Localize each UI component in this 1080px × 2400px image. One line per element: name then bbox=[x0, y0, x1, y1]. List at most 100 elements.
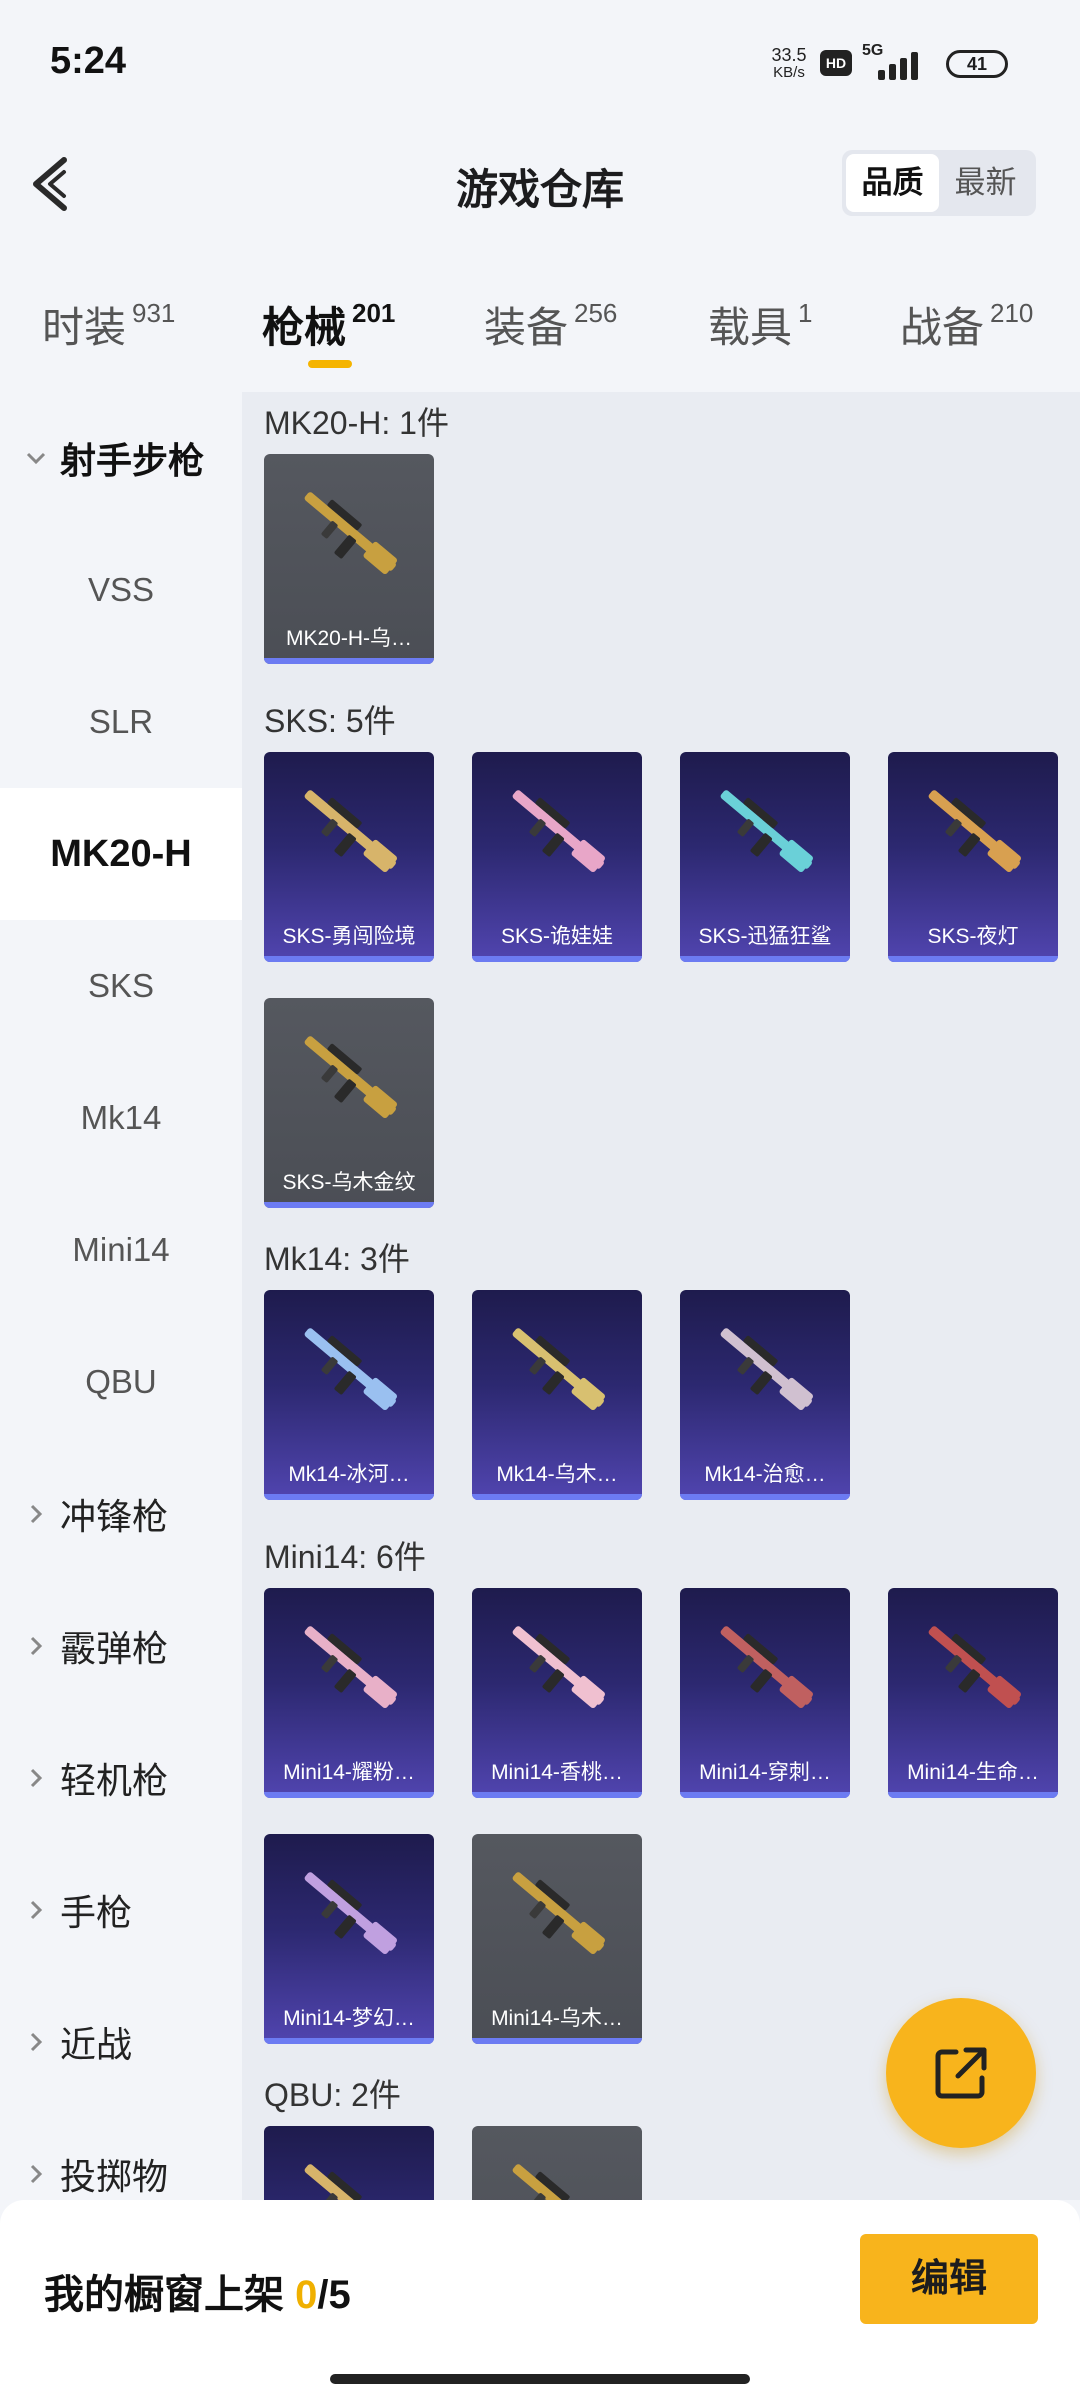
section-title: Mini14: 6件 bbox=[264, 1539, 426, 1575]
weapon-icon bbox=[512, 1872, 605, 1955]
weapon-card-label: SKS-勇闯险境 bbox=[282, 925, 416, 948]
weapon-card[interactable]: Mk14-治愈… bbox=[680, 1290, 850, 1500]
weapon-card[interactable]: SKS-勇闯险境 bbox=[264, 752, 434, 962]
tab-label: 战备 bbox=[900, 304, 985, 351]
weapon-icon bbox=[928, 790, 1021, 873]
network-speed-unit: KB/s bbox=[773, 64, 805, 81]
chevron-right-icon bbox=[30, 1504, 43, 1524]
tier-bar bbox=[264, 956, 434, 962]
sidebar-item-mk14[interactable]: Mk14 bbox=[0, 1052, 242, 1184]
tab-fashion[interactable]: 时装 931 bbox=[42, 294, 175, 355]
edit-button[interactable]: 编辑 bbox=[860, 2234, 1038, 2324]
tier-bar bbox=[264, 1202, 434, 1208]
weapon-card[interactable] bbox=[472, 2126, 642, 2200]
sidebar-group-label: 投掷物 bbox=[60, 2156, 169, 2197]
weapon-card[interactable]: Mini14-香桃… bbox=[472, 1588, 642, 1798]
weapon-card-label: SKS-迅猛狂鲨 bbox=[698, 925, 832, 948]
tier-bar bbox=[264, 658, 434, 664]
weapon-card-label: Mk14-乌木… bbox=[496, 1463, 618, 1486]
weapon-icon bbox=[512, 2164, 604, 2200]
weapon-card-label: Mini14-耀粉… bbox=[283, 1761, 415, 1784]
sidebar-group-melee[interactable]: 近战 bbox=[0, 1976, 242, 2108]
weapon-card[interactable]: SKS-诡娃娃 bbox=[472, 752, 642, 962]
share-icon bbox=[935, 2047, 987, 2099]
sidebar-group-label: 轻机枪 bbox=[60, 1760, 169, 1801]
chevron-right-icon bbox=[30, 1900, 43, 1920]
tier-bar bbox=[888, 956, 1058, 962]
weapon-card[interactable]: Mini14-梦幻… bbox=[264, 1834, 434, 2044]
weapon-icon bbox=[304, 790, 397, 873]
weapon-card-label: Mini14-生命… bbox=[907, 1761, 1039, 1784]
tab-count: 256 bbox=[574, 298, 618, 328]
weapon-card[interactable]: Mini14-乌木… bbox=[472, 1834, 642, 2044]
status-time: 5:24 bbox=[50, 40, 127, 82]
sidebar-item-sks[interactable]: SKS bbox=[0, 920, 242, 1052]
weapon-card[interactable] bbox=[264, 2126, 434, 2200]
weapon-icon bbox=[720, 1626, 813, 1709]
chevron-right-icon bbox=[30, 1768, 43, 1788]
tab-count: 1 bbox=[798, 298, 813, 328]
weapon-card[interactable]: Mini14-穿刺… bbox=[680, 1588, 850, 1798]
tier-bar bbox=[264, 2038, 434, 2044]
sidebar-group-marksman[interactable]: 射手步枪 bbox=[0, 392, 242, 524]
weapon-card[interactable]: Mini14-耀粉… bbox=[264, 1588, 434, 1798]
item-grid: MK20-H: 1件 SKS: 5件 Mk14: 3件 Mini14: 6件 Q… bbox=[242, 392, 1080, 2200]
tab-guns[interactable]: 枪械 201 bbox=[262, 294, 395, 355]
section-title: QBU: 2件 bbox=[264, 2077, 401, 2113]
sidebar-group-label: 手枪 bbox=[60, 1892, 133, 1933]
weapon-icon bbox=[304, 1036, 397, 1119]
section-title: MK20-H: 1件 bbox=[264, 405, 449, 441]
tier-bar bbox=[264, 1494, 434, 1500]
share-button[interactable] bbox=[886, 1998, 1036, 2148]
sidebar-group-smg[interactable]: 冲锋枪 bbox=[0, 1448, 242, 1580]
weapon-card[interactable]: Mk14-冰河… bbox=[264, 1290, 434, 1500]
sort-option-quality[interactable]: 品质 bbox=[846, 154, 939, 212]
tier-bar bbox=[264, 1792, 434, 1798]
sidebar-item-qbu[interactable]: QBU bbox=[0, 1316, 242, 1448]
tab-vehicles[interactable]: 载具 1 bbox=[708, 294, 812, 355]
weapon-icon bbox=[304, 492, 397, 575]
sidebar: 射手步枪 VSS SLR MK20-H SKS Mk14 Mini14 QBU … bbox=[0, 392, 242, 2200]
weapon-card-label: Mini14-穿刺… bbox=[699, 1761, 831, 1784]
sidebar-group-pistol[interactable]: 手枪 bbox=[0, 1844, 242, 1976]
tab-count: 931 bbox=[132, 298, 176, 328]
chevron-right-icon bbox=[30, 2032, 43, 2052]
showcase-current-count: 0 bbox=[295, 2273, 318, 2317]
sidebar-item-vss[interactable]: VSS bbox=[0, 524, 242, 656]
category-tabs: 时装 931 枪械 201 装备 256 载具 1 战备 210 bbox=[0, 280, 1080, 380]
weapon-card-label: Mk14-治愈… bbox=[704, 1463, 826, 1486]
weapon-card[interactable]: SKS-迅猛狂鲨 bbox=[680, 752, 850, 962]
tier-bar bbox=[472, 1494, 642, 1500]
tier-bar bbox=[472, 956, 642, 962]
chevron-right-icon bbox=[30, 1636, 43, 1656]
showcase-label: 我的橱窗上架 0/5 bbox=[44, 2262, 351, 2320]
weapon-card[interactable]: SKS-乌木金纹 bbox=[264, 998, 434, 1208]
weapon-card-label: MK20-H-乌… bbox=[285, 627, 412, 650]
sort-option-latest[interactable]: 最新 bbox=[939, 154, 1032, 212]
sidebar-group-lmg[interactable]: 轻机枪 bbox=[0, 1712, 242, 1844]
weapon-card[interactable]: MK20-H-乌… bbox=[264, 454, 434, 664]
tier-bar bbox=[680, 1792, 850, 1798]
weapon-card[interactable]: Mini14-生命… bbox=[888, 1588, 1058, 1798]
weapon-card-label: SKS-乌木金纹 bbox=[282, 1171, 416, 1194]
weapon-icon bbox=[512, 790, 605, 873]
weapon-card[interactable]: SKS-夜灯 bbox=[888, 752, 1058, 962]
sidebar-item-mk20h[interactable]: MK20-H bbox=[0, 788, 242, 920]
sidebar-item-slr[interactable]: SLR bbox=[0, 656, 242, 788]
sort-toggle: 品质 最新 bbox=[842, 150, 1036, 216]
weapon-icon bbox=[304, 1626, 397, 1709]
weapon-icon bbox=[304, 2164, 396, 2200]
battery-icon: 41 bbox=[946, 50, 1008, 78]
weapon-card-label: Mini14-乌木… bbox=[491, 2007, 623, 2030]
tier-bar bbox=[472, 2038, 642, 2044]
weapon-card-label: Mini14-梦幻… bbox=[283, 2007, 415, 2030]
tab-combat-gear[interactable]: 战备 210 bbox=[900, 294, 1033, 355]
weapon-card[interactable]: Mk14-乌木… bbox=[472, 1290, 642, 1500]
weapon-icon bbox=[304, 1328, 397, 1411]
sidebar-item-mini14[interactable]: Mini14 bbox=[0, 1184, 242, 1316]
hd-icon: HD bbox=[820, 50, 852, 76]
tab-equipment[interactable]: 装备 256 bbox=[484, 294, 617, 355]
sidebar-group-shotgun[interactable]: 霰弹枪 bbox=[0, 1580, 242, 1712]
weapon-icon bbox=[512, 1328, 605, 1411]
tab-count: 201 bbox=[352, 298, 396, 328]
